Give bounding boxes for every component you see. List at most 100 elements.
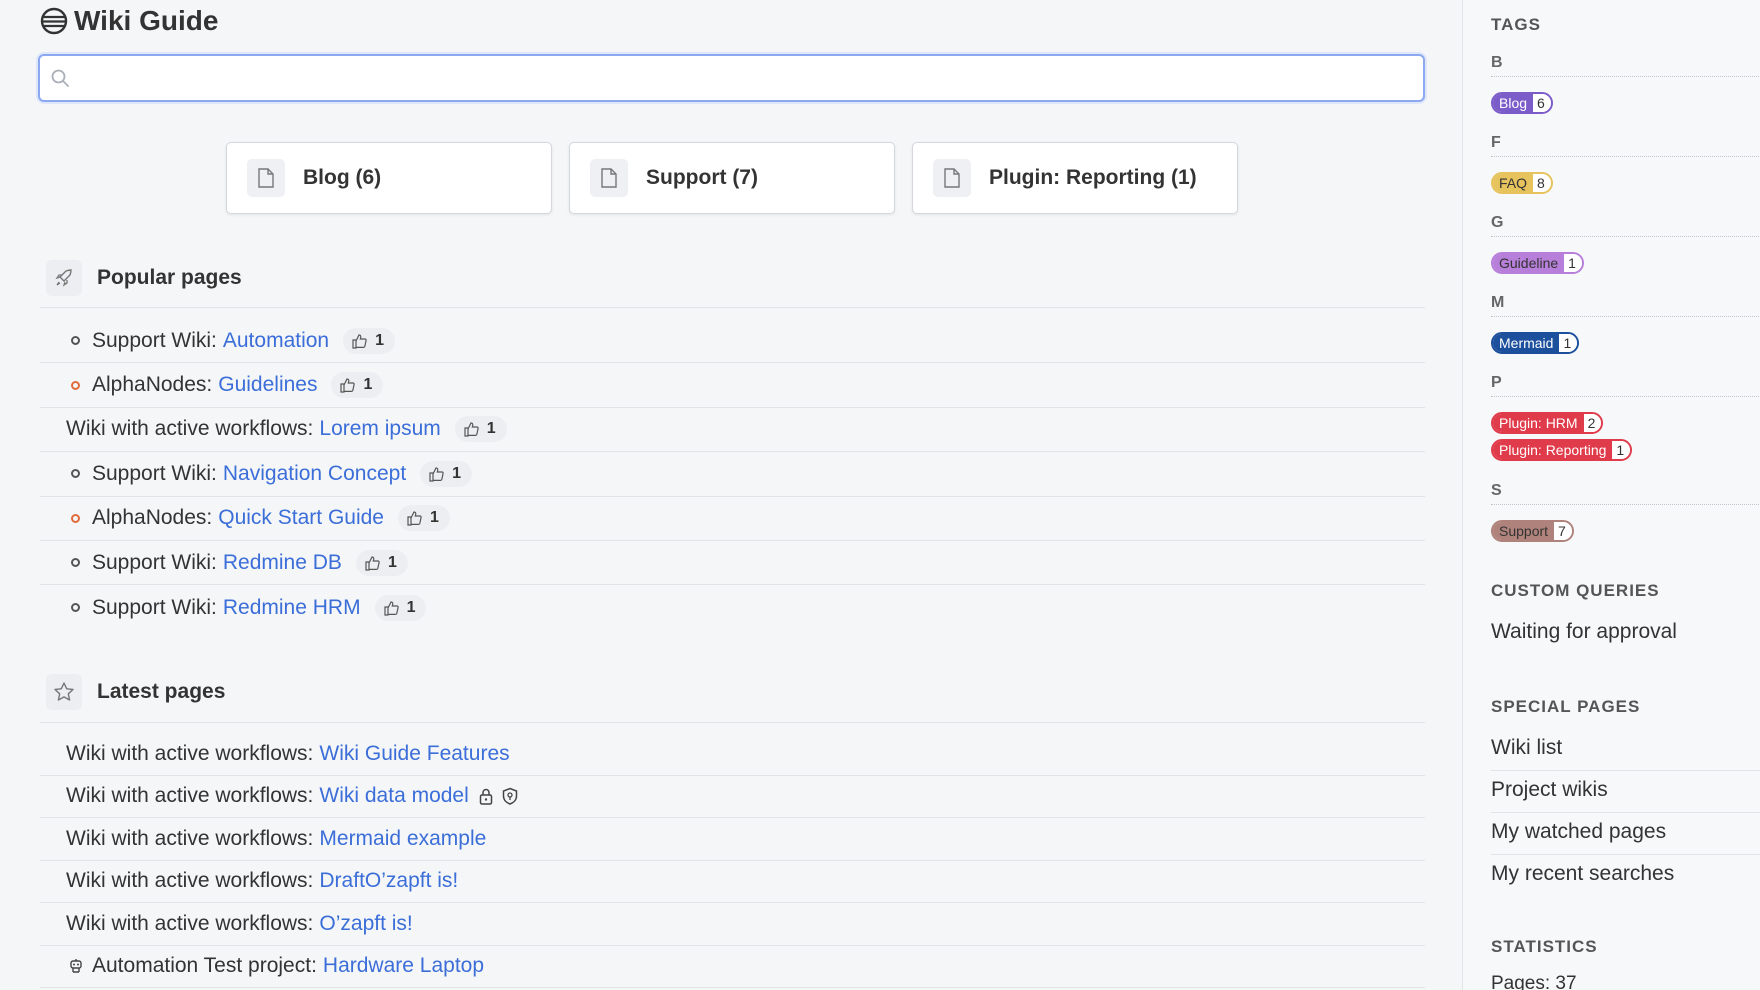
- shield-icon: [502, 787, 518, 806]
- wiki-prefix: Wiki with active workflows:: [66, 869, 314, 893]
- tag-faq[interactable]: FAQ 8: [1491, 172, 1553, 194]
- special-my-watched-pages[interactable]: My watched pages: [1491, 820, 1760, 855]
- list-item: AlphaNodes: Guidelines 1: [40, 363, 1425, 408]
- like-button[interactable]: 1: [374, 594, 427, 621]
- like-count: 1: [387, 553, 397, 571]
- page-link[interactable]: O’zapft is!: [319, 912, 412, 936]
- wiki-prefix: AlphaNodes:: [92, 506, 213, 530]
- like-button[interactable]: 1: [397, 505, 450, 532]
- statistics-pages: Pages: 37: [1491, 973, 1577, 990]
- page-link[interactable]: Wiki Guide Features: [319, 742, 509, 766]
- like-button[interactable]: 1: [420, 460, 473, 487]
- tag-plugin-hrm[interactable]: Plugin: HRM 2: [1491, 412, 1604, 434]
- thumbs-up-icon: [365, 556, 380, 571]
- tag-plugin-reporting[interactable]: Plugin: Reporting 1: [1491, 439, 1633, 461]
- query-waiting-for-approval[interactable]: Waiting for approval: [1491, 620, 1760, 654]
- like-count: 1: [363, 376, 373, 394]
- wiki-prefix: Support Wiki:: [92, 550, 217, 574]
- like-button[interactable]: 1: [454, 416, 507, 443]
- like-button[interactable]: 1: [331, 372, 384, 399]
- popular-pages-header: Popular pages: [46, 260, 242, 296]
- like-count: 1: [452, 464, 462, 482]
- list-item: Support Wiki: Navigation Concept 1: [40, 452, 1425, 497]
- file-icon: [590, 159, 628, 197]
- tag-count: 1: [1564, 254, 1582, 272]
- lock-icon: [479, 789, 493, 805]
- tag-name: FAQ: [1493, 174, 1534, 192]
- list-item: Wiki with active workflows: Wiki data mo…: [40, 776, 1425, 818]
- card-plugin-reporting[interactable]: Plugin: Reporting (1): [912, 142, 1238, 214]
- tag-name: Guideline: [1493, 254, 1565, 272]
- bullet: [71, 336, 80, 346]
- popular-pages-list: Support Wiki: Automation 1 AlphaNodes: G…: [40, 319, 1425, 630]
- wiki-prefix: Wiki with active workflows:: [66, 417, 314, 441]
- statistics-heading: STATISTICS: [1491, 937, 1598, 956]
- like-button[interactable]: 1: [355, 549, 408, 576]
- wiki-cards: Blog (6) Support (7) Plugin: Reporting (…: [226, 142, 1238, 214]
- tag-blog[interactable]: Blog 6: [1491, 92, 1553, 114]
- like-count: 1: [375, 331, 385, 349]
- tag-letter-p: P: [1491, 374, 1760, 397]
- latest-pages-header: Latest pages: [46, 674, 225, 710]
- page-title: Wiki Guide: [40, 4, 218, 38]
- tag-count: 7: [1554, 522, 1572, 540]
- latest-pages-list: Wiki with active workflows: Wiki Guide F…: [40, 733, 1425, 988]
- thumbs-up-icon: [383, 600, 399, 616]
- tag-support[interactable]: Support 7: [1491, 520, 1574, 542]
- wiki-prefix: Wiki with active workflows:: [66, 784, 314, 808]
- list-item: Support Wiki: Redmine DB 1: [40, 541, 1425, 586]
- card-support[interactable]: Support (7): [569, 142, 895, 214]
- like-button[interactable]: 1: [343, 327, 396, 354]
- special-wiki-list[interactable]: Wiki list: [1491, 736, 1760, 771]
- like-count: 1: [486, 420, 496, 438]
- page-link[interactable]: Hardware Laptop: [323, 954, 484, 978]
- list-item: Wiki with active workflows: DraftO’zapft…: [40, 861, 1425, 903]
- like-count: 1: [429, 509, 439, 527]
- card-blog[interactable]: Blog (6): [226, 142, 552, 214]
- divider: [40, 307, 1425, 308]
- tags-heading: TAGS: [1491, 15, 1541, 34]
- list-item: Automation Test project: Hardware Laptop: [40, 946, 1425, 988]
- tag-letter-s: S: [1491, 482, 1760, 505]
- tag-letter-m: M: [1491, 294, 1760, 317]
- list-item: Support Wiki: Redmine HRM 1: [40, 585, 1425, 629]
- card-label: Blog (6): [303, 166, 382, 189]
- wiki-prefix: Support Wiki:: [92, 461, 217, 485]
- special-my-recent-searches[interactable]: My recent searches: [1491, 862, 1760, 896]
- page-link[interactable]: Lorem ipsum: [319, 417, 440, 441]
- thumbs-up-icon: [407, 511, 422, 526]
- card-label: Support (7): [646, 166, 758, 189]
- page-link[interactable]: Wiki data model: [319, 784, 468, 808]
- file-icon: [247, 159, 285, 197]
- list-item: Wiki with active workflows: Lorem ipsum …: [40, 408, 1425, 453]
- page-link[interactable]: Mermaid example: [319, 827, 486, 851]
- sidebar: TAGS B Blog 6 F FAQ 8 G Guideline 1 M Me…: [1462, 0, 1760, 990]
- tag-name: Blog: [1493, 94, 1534, 112]
- page-link[interactable]: Navigation Concept: [223, 462, 406, 486]
- bullet: [71, 513, 80, 523]
- page-link[interactable]: Redmine DB: [223, 551, 342, 575]
- list-item: Wiki with active workflows: O’zapft is!: [40, 903, 1425, 946]
- page-link[interactable]: Redmine HRM: [223, 596, 361, 620]
- page-link[interactable]: DraftO’zapft is!: [319, 869, 458, 893]
- thumbs-up-icon: [352, 334, 367, 349]
- page-link[interactable]: Guidelines: [218, 373, 317, 397]
- card-label: Plugin: Reporting (1): [989, 166, 1197, 189]
- search-box[interactable]: [38, 54, 1425, 102]
- search-input[interactable]: [70, 56, 1423, 100]
- tag-name: Plugin: Reporting: [1493, 441, 1613, 459]
- tag-name: Support: [1493, 522, 1555, 540]
- wiki-prefix: Wiki with active workflows:: [66, 911, 314, 935]
- tag-guideline[interactable]: Guideline 1: [1491, 252, 1584, 274]
- list-item: Wiki with active workflows: Mermaid exam…: [40, 818, 1425, 861]
- list-item: AlphaNodes: Quick Start Guide 1: [40, 497, 1425, 541]
- special-project-wikis[interactable]: Project wikis: [1491, 778, 1760, 813]
- custom-queries-heading: CUSTOM QUERIES: [1491, 581, 1660, 600]
- bullet: [71, 380, 80, 390]
- page-link[interactable]: Quick Start Guide: [218, 506, 384, 530]
- wiki-prefix: AlphaNodes:: [92, 373, 213, 397]
- thumbs-up-icon: [464, 422, 479, 438]
- tag-mermaid[interactable]: Mermaid 1: [1491, 332, 1580, 354]
- page-link[interactable]: Automation: [223, 329, 329, 353]
- page-title-text: Wiki Guide: [74, 5, 219, 36]
